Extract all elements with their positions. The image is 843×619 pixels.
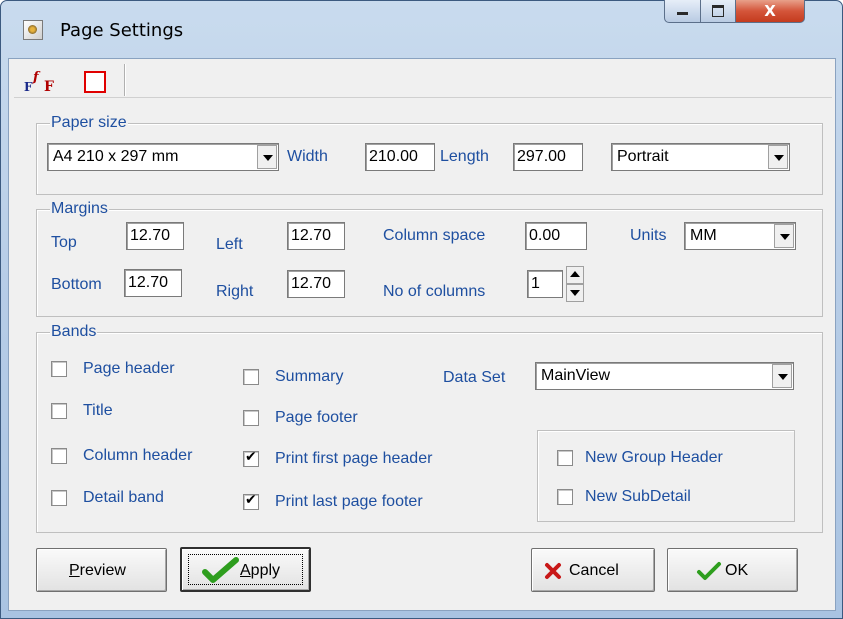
apply-button[interactable]: Apply (180, 547, 311, 592)
new-subdetail-label[interactable]: New SubDetail (585, 488, 691, 506)
orientation-select[interactable]: Portrait (611, 143, 790, 171)
app-icon[interactable] (23, 20, 43, 40)
title-checkbox[interactable] (51, 403, 67, 419)
cancel-x-icon (545, 563, 561, 579)
print-first-page-header-checkbox[interactable] (243, 449, 259, 467)
toolbar-separator (124, 64, 125, 96)
chevron-down-icon[interactable] (768, 145, 788, 169)
column-space-label: Column space (383, 227, 486, 244)
chevron-down-icon[interactable] (257, 145, 277, 169)
left-margin-label: Left (216, 236, 243, 253)
data-set-select[interactable]: MainView (535, 362, 794, 390)
print-last-page-footer-label[interactable]: Print last page footer (275, 493, 423, 511)
summary-checkbox[interactable] (243, 369, 259, 385)
close-button[interactable]: X (735, 0, 805, 23)
ok-button-label: OK (725, 562, 749, 579)
ok-button[interactable]: OK (667, 548, 798, 592)
minimize-button[interactable] (664, 0, 701, 23)
orientation-value: Portrait (617, 148, 669, 165)
detail-band-checkbox[interactable] (51, 490, 67, 506)
maximize-button[interactable] (700, 0, 736, 23)
new-group-header-label[interactable]: New Group Header (585, 449, 723, 467)
length-label: Length (440, 148, 489, 165)
column-space-field[interactable]: 0.00 (525, 222, 587, 250)
units-label: Units (630, 227, 667, 244)
cancel-button-label: Cancel (569, 562, 619, 579)
font-style-icon: F (24, 80, 33, 94)
page-header-checkbox[interactable] (51, 361, 67, 377)
data-set-value: MainView (541, 367, 611, 384)
window-title: Page Settings (60, 20, 184, 41)
units-value: MM (690, 227, 717, 244)
width-field[interactable]: 210.00 (365, 143, 435, 171)
data-set-label: Data Set (443, 369, 506, 386)
font-style-button[interactable]: F f F (14, 66, 68, 95)
columns-stepper[interactable] (566, 266, 584, 302)
apply-button-label: Apply (240, 562, 281, 579)
preview-button[interactable]: Preview (36, 548, 167, 592)
stepper-down-icon[interactable] (566, 284, 584, 302)
new-group-header-checkbox[interactable] (557, 450, 573, 466)
cancel-button[interactable]: Cancel (531, 548, 655, 592)
minimize-icon (677, 12, 688, 15)
print-first-page-header-label[interactable]: Print first page header (275, 450, 432, 468)
no-of-columns-label: No of columns (383, 283, 486, 300)
group-options-panel (537, 430, 795, 522)
new-subdetail-checkbox[interactable] (557, 489, 573, 505)
font-style-icon-italic: f (33, 70, 39, 85)
preview-button-label: Preview (69, 562, 126, 579)
paper-size-value: A4 210 x 297 mm (53, 148, 179, 165)
summary-label[interactable]: Summary (275, 368, 343, 386)
page-footer-label[interactable]: Page footer (275, 409, 358, 427)
width-label: Width (287, 148, 328, 165)
check-icon (697, 562, 721, 580)
paper-size-select[interactable]: A4 210 x 297 mm (47, 143, 279, 171)
maximize-icon (712, 5, 724, 17)
length-field[interactable]: 297.00 (513, 143, 583, 171)
print-last-page-footer-checkbox[interactable] (243, 492, 259, 510)
margins-group-label: Margins (50, 200, 109, 217)
no-of-columns-field[interactable]: 1 (527, 270, 563, 298)
bottom-margin-label: Bottom (51, 276, 102, 293)
toolbar (14, 63, 832, 98)
right-margin-label: Right (216, 283, 254, 300)
column-header-label[interactable]: Column header (83, 447, 192, 465)
top-margin-label: Top (51, 234, 77, 251)
bottom-margin-field[interactable]: 12.70 (124, 269, 182, 297)
stepper-up-icon[interactable] (566, 266, 584, 284)
bands-group-label: Bands (50, 323, 98, 340)
page-header-label[interactable]: Page header (83, 360, 175, 378)
units-select[interactable]: MM (684, 222, 796, 250)
border-frame-icon (84, 71, 106, 93)
close-icon: X (764, 2, 776, 20)
column-header-checkbox[interactable] (51, 448, 67, 464)
border-frame-button[interactable] (78, 66, 112, 94)
check-icon (202, 557, 239, 583)
detail-band-label[interactable]: Detail band (83, 489, 164, 507)
top-margin-field[interactable]: 12.70 (126, 222, 184, 250)
title-label[interactable]: Title (83, 402, 113, 420)
chevron-down-icon[interactable] (772, 364, 792, 388)
font-style-icon-large: F (44, 79, 54, 95)
page-footer-checkbox[interactable] (243, 410, 259, 426)
paper-size-group-label: Paper size (50, 114, 128, 131)
left-margin-field[interactable]: 12.70 (287, 222, 345, 250)
right-margin-field[interactable]: 12.70 (287, 270, 345, 298)
chevron-down-icon[interactable] (774, 224, 794, 248)
